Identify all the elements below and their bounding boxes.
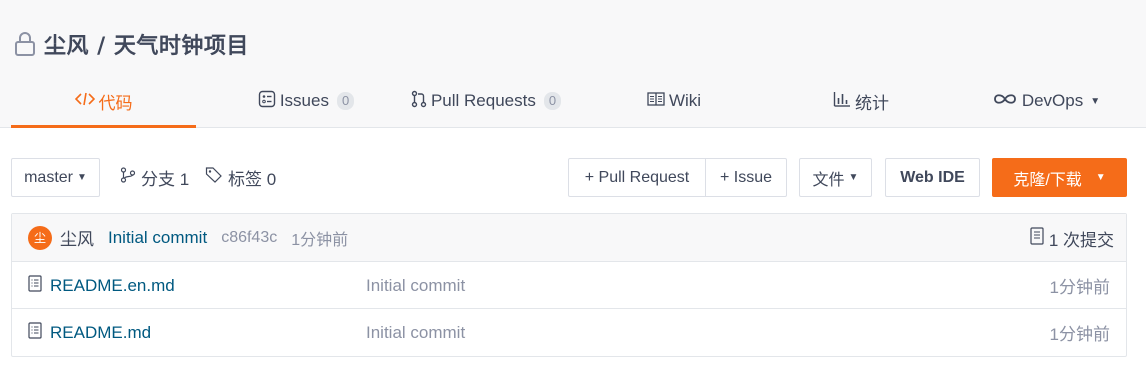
chevron-down-icon: ▼ [1090,95,1101,107]
new-issue-button[interactable]: + Issue [705,158,787,197]
commit-time: 1分钟前 [291,231,349,249]
latest-commit-bar: 尘 尘风 Initial commit c86f43c 1分钟前 1 次提交 [12,214,1126,262]
file-link[interactable]: README.md [28,309,151,356]
wiki-icon [647,91,665,111]
issues-icon [258,90,276,113]
avatar[interactable]: 尘 [28,225,52,250]
chevron-down-icon: ▼ [1095,172,1106,183]
tab-devops[interactable]: DevOps ▼ [976,74,1116,128]
commits-icon [1030,226,1044,250]
file-name: README.en.md [50,275,175,295]
branch-select[interactable]: master ▼ [11,158,100,197]
clone-download-button[interactable]: 克隆/下载 ▼ [992,158,1127,197]
branches-link[interactable]: 分支 1 [120,158,189,197]
commit-count-link[interactable]: 1 次提交 [1030,214,1114,262]
pull-requests-count-badge: 0 [543,92,562,110]
file-icon [28,274,42,297]
branch-icon [120,167,136,188]
tab-wiki-label: Wiki [668,91,702,110]
tab-wiki[interactable]: Wiki [589,74,759,128]
repo-toolbar: master ▼ 分支 1 标签 0 + Pull Request + Issu… [11,158,1127,197]
repo-title-text[interactable]: 尘风 / 天气时钟项目 [44,28,249,60]
tab-pull-requests-label: Pull Requests [430,91,536,110]
file-commit-time: 1分钟前 [1049,325,1110,344]
file-commit-time: 1分钟前 [1049,278,1110,297]
file-menu-label: 文件 [812,171,845,189]
tab-issues-label: Issues [279,91,329,110]
pull-request-icon [411,90,427,113]
commit-count-label: 1 次提交 [1048,230,1114,250]
repo-tabs: 代码 Issues 0 Pull Requests 0 Wiki 统计 DevO… [11,74,1146,128]
tab-pull-requests[interactable]: Pull Requests 0 [396,74,576,128]
file-link[interactable]: README.en.md [28,262,175,309]
chevron-down-icon: ▼ [848,172,859,183]
tab-stats[interactable]: 统计 [776,74,946,128]
file-commit-message[interactable]: Initial commit [366,262,465,309]
web-ide-button[interactable]: Web IDE [885,158,980,197]
branches-label: 分支 1 [141,170,190,189]
issues-count-badge: 0 [336,92,355,110]
tab-code[interactable]: 代码 [11,74,196,128]
clone-download-label: 克隆/下载 [1013,171,1082,189]
tags-label: 标签 0 [228,170,277,189]
tab-devops-label: DevOps [1021,91,1084,110]
repo-header: 尘风 / 天气时钟项目 代码 Issues 0 Pull Requests 0 [0,0,1146,128]
file-row: README.md Initial commit 1分钟前 [12,309,1126,356]
branch-select-label: master [24,168,73,186]
commit-hash[interactable]: c86f43c [221,229,277,247]
tags-link[interactable]: 标签 0 [205,158,276,197]
file-row: README.en.md Initial commit 1分钟前 [12,262,1126,309]
new-pull-request-button[interactable]: + Pull Request [568,158,706,197]
chevron-down-icon: ▼ [77,172,87,183]
file-commit-message[interactable]: Initial commit [366,309,465,356]
lock-icon [12,29,38,59]
tab-stats-label: 统计 [855,93,889,113]
commit-message[interactable]: Initial commit [108,228,207,248]
commit-author[interactable]: 尘风 [60,225,94,250]
file-browser: 尘 尘风 Initial commit c86f43c 1分钟前 1 次提交 R… [11,213,1127,357]
repo-title: 尘风 / 天气时钟项目 [12,28,249,60]
code-icon [74,91,95,112]
file-icon [28,321,42,344]
tab-issues[interactable]: Issues 0 [196,74,416,128]
file-menu-button[interactable]: 文件 ▼ [799,158,872,197]
tab-code-label: 代码 [98,93,133,113]
infinity-icon [992,91,1018,111]
chart-icon [833,91,851,112]
file-name: README.md [50,322,152,342]
tag-icon [205,167,223,188]
